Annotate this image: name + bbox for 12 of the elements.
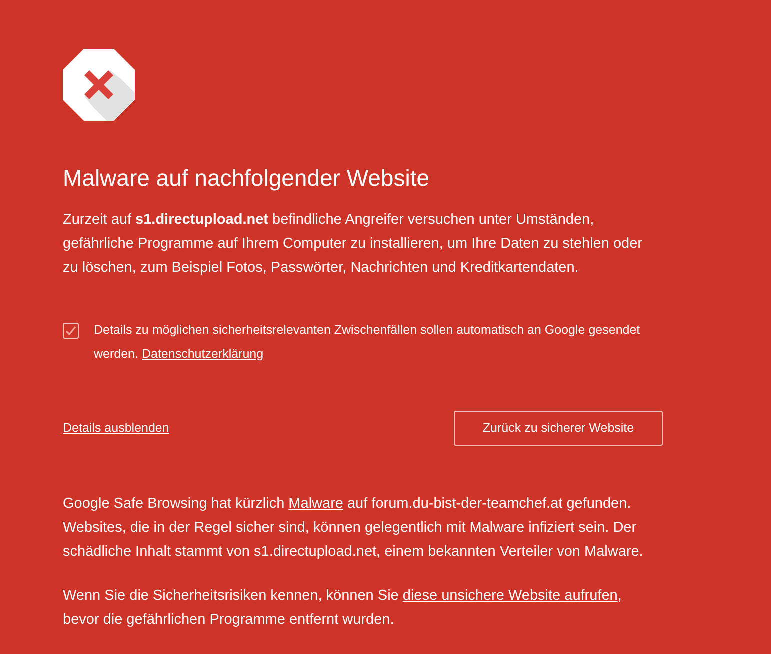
details-paragraph: Wenn Sie die Sicherheitsrisiken kennen, können Sie diese unsichere Website aufrufen, bevor die gefährlichen Programme entfernt wurden.	[63, 587, 623, 630]
back-to-safety-button[interactable]: Zurück zu sicherer Website	[454, 411, 663, 446]
hide-details-link[interactable]: Details ausblenden	[63, 419, 170, 438]
details-paragraph: Google Safe Browsing hat kürzlich Malware auf forum.du-bist-der-teamchef.at gefunden. Websites, die in der Regel sicher sind, können gelegentlich mit Malware infiziert sein. Der schädliche Inhalt stammt von s1.directupload.net, einem bekannten Verteiler von Malware.	[63, 495, 644, 562]
warning-paragraph: Zurzeit auf s1.directupload.net befindliche Angreifer versuchen unter Umständen, gefährliche Programme auf Ihrem Computer zu installieren, um Ihre Daten zu stehlen oder zu löschen, zum Beispiel Fotos, Passwörter, Nachrichten und Kreditkartendaten.	[63, 211, 644, 278]
inline-link[interactable]: diese unsichere Website aufrufen	[402, 588, 618, 604]
report-option-text: Details zu möglichen sicherheitsrelevanten Zwischenfällen sollen automatisch an Google gesendet werden. Datenschutzerklärung	[94, 322, 642, 363]
stop-sign-icon	[63, 49, 135, 121]
inline-link[interactable]: Malware	[288, 496, 344, 512]
checkbox[interactable]	[63, 323, 79, 339]
page-title: Malware auf nachfolgender Website	[63, 164, 430, 193]
privacy-policy-link[interactable]: Datenschutzerklärung	[142, 347, 264, 361]
